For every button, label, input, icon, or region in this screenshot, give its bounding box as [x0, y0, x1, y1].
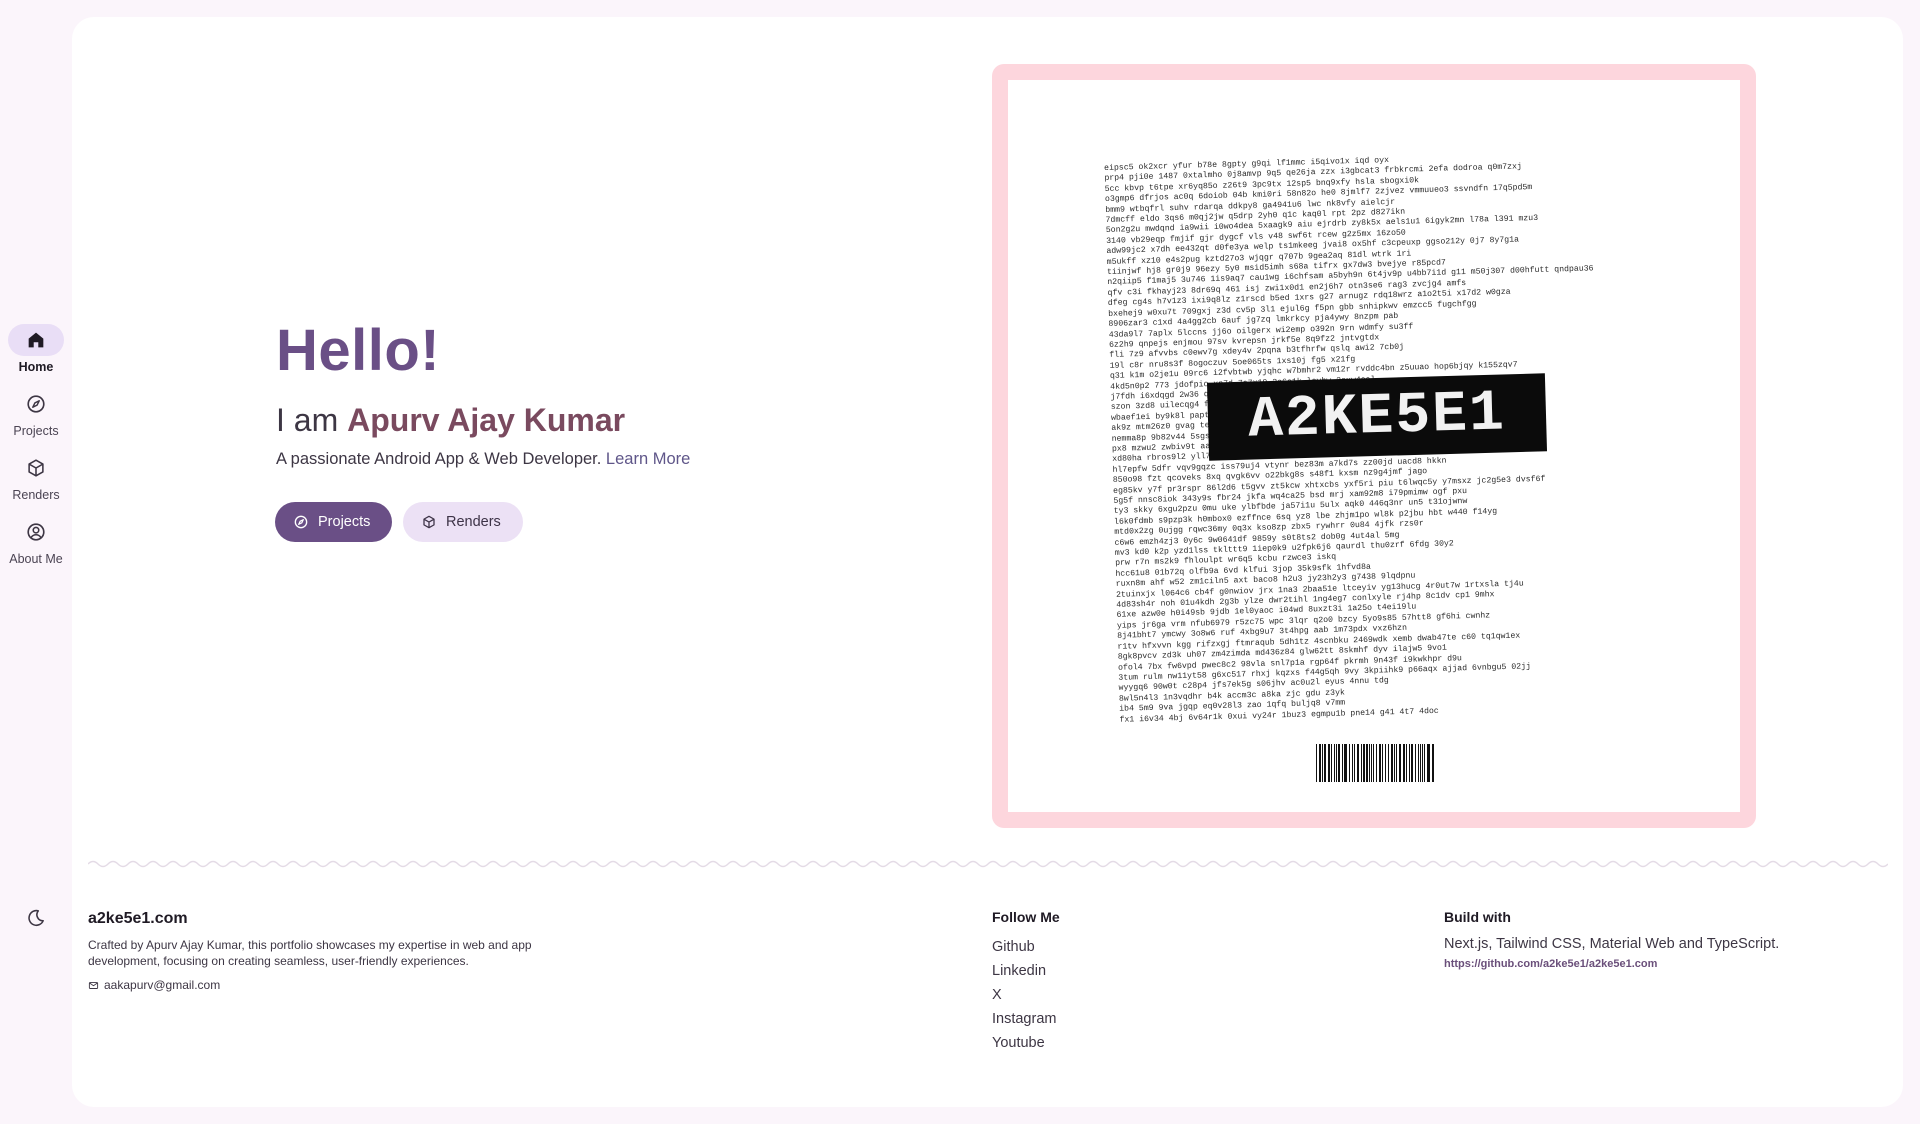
navigation-rail: Home Projects Renders About Me [0, 0, 72, 1124]
barcode-bar [1428, 744, 1431, 782]
projects-button-label: Projects [318, 514, 371, 530]
barcode-bar [1338, 744, 1340, 782]
build-with-heading: Build with [1444, 909, 1511, 925]
barcode-bar [1417, 744, 1419, 782]
barcode-bar [1318, 744, 1321, 782]
barcode-bar [1354, 744, 1355, 782]
footer-email-link[interactable]: aakapurv@gmail.com [88, 978, 220, 992]
barcode-bar [1419, 744, 1422, 782]
hero-image: eipsc5 ok2xcr yfur b78e 8gpty g9qi lf1mm… [1008, 80, 1740, 812]
barcode-bar [1424, 744, 1425, 782]
barcode-bar [1384, 744, 1387, 782]
nav-label-renders: Renders [12, 488, 60, 502]
cube-icon [8, 452, 64, 484]
projects-button[interactable]: Projects [275, 502, 393, 542]
barcode-bar [1381, 744, 1383, 782]
hero-intro-prefix: I am [276, 402, 348, 438]
cube-icon [423, 515, 435, 529]
build-with-text: Next.js, Tailwind CSS, Material Web and … [1444, 936, 1780, 952]
barcode-bar [1349, 744, 1350, 782]
social-link-x[interactable]: X [992, 983, 1056, 1007]
barcode-bar [1378, 744, 1380, 782]
barcode-bar [1363, 744, 1366, 782]
barcode-bar [1403, 744, 1406, 782]
barcode-bar [1345, 744, 1347, 782]
barcode-bar [1336, 744, 1337, 782]
barcode-bar [1341, 744, 1343, 782]
barcode-bar [1370, 744, 1372, 782]
social-link-youtube[interactable]: Youtube [992, 1031, 1056, 1055]
learn-more-link[interactable]: Learn More [606, 450, 690, 468]
nav-item-about-me[interactable]: About Me [0, 516, 72, 566]
barcode-bar [1376, 744, 1377, 782]
compass-icon [294, 515, 308, 529]
follow-me-heading: Follow Me [992, 909, 1060, 925]
renders-button[interactable]: Renders [403, 502, 523, 542]
compass-icon [8, 388, 64, 420]
barcode-bar [1393, 744, 1395, 782]
barcode-bar [1369, 744, 1370, 782]
logo-stamp-text: A2KE5E1 [1247, 380, 1507, 454]
barcode-bar [1360, 744, 1362, 782]
repo-link[interactable]: https://github.com/a2ke5e1/a2ke5e1.com [1444, 958, 1657, 970]
home-icon [8, 324, 64, 356]
barcode-bar [1356, 744, 1359, 782]
follow-links-list: Github Linkedin X Instagram Youtube [992, 935, 1056, 1055]
barcode-bar [1408, 744, 1410, 782]
nav-item-projects[interactable]: Projects [0, 388, 72, 438]
social-link-github[interactable]: Github [992, 935, 1056, 959]
hero-tagline-line: A passionate Android App & Web Developer… [276, 450, 690, 469]
barcode-bar [1373, 744, 1374, 782]
mail-icon [88, 981, 99, 989]
nav-label-projects: Projects [13, 424, 59, 438]
barcode-bar [1395, 744, 1398, 782]
barcode-bar [1366, 744, 1369, 782]
barcode-bar [1415, 744, 1416, 782]
barcode-bar [1391, 744, 1393, 782]
barcode-bar [1411, 744, 1414, 782]
hero-name: Apurv Ajay Kumar [347, 402, 626, 438]
hero-greeting: Hello! [276, 318, 441, 383]
barcode-bar [1333, 744, 1335, 782]
theme-toggle-button[interactable] [21, 903, 51, 933]
footer-email-text: aakapurv@gmail.com [104, 978, 221, 992]
barcode-bar [1331, 744, 1332, 782]
barcode-bar [1324, 744, 1327, 782]
barcode-bar [1426, 744, 1428, 782]
barcode-graphic [1316, 744, 1436, 782]
nav-item-renders[interactable]: Renders [0, 452, 72, 502]
footer-site-name: a2ke5e1.com [88, 910, 188, 927]
barcode-bar [1351, 744, 1353, 782]
nav-item-home[interactable]: Home [0, 324, 72, 374]
hero-tagline: A passionate Android App & Web Developer… [276, 450, 606, 468]
barcode-bar [1422, 744, 1423, 782]
social-link-linkedin[interactable]: Linkedin [992, 959, 1056, 983]
barcode-bar [1432, 744, 1434, 782]
logo-stamp: A2KE5E1 [1206, 373, 1548, 461]
barcode-bar [1406, 744, 1407, 782]
footer-about-text: Crafted by Apurv Ajay Kumar, this portfo… [88, 938, 532, 968]
renders-button-label: Renders [446, 514, 501, 530]
hero-intro: I am Apurv Ajay Kumar [276, 402, 625, 439]
nav-label-about-me: About Me [9, 552, 63, 566]
social-link-instagram[interactable]: Instagram [992, 1007, 1056, 1031]
hero-image-frame: eipsc5 ok2xcr yfur b78e 8gpty g9qi lf1mm… [992, 64, 1756, 828]
barcode-bar [1388, 744, 1389, 782]
barcode-bar [1399, 744, 1402, 782]
account-circle-icon [8, 516, 64, 548]
main-content-card: Hello! I am Apurv Ajay Kumar A passionat… [72, 17, 1903, 1107]
wavy-divider [88, 860, 1888, 868]
barcode-bar [1328, 744, 1331, 782]
barcode-bar [1316, 744, 1317, 782]
nav-label-home: Home [18, 360, 54, 374]
moon-icon [28, 909, 44, 927]
barcode-bar [1343, 744, 1345, 782]
barcode-bar [1380, 744, 1381, 782]
barcode-bar [1321, 744, 1324, 782]
